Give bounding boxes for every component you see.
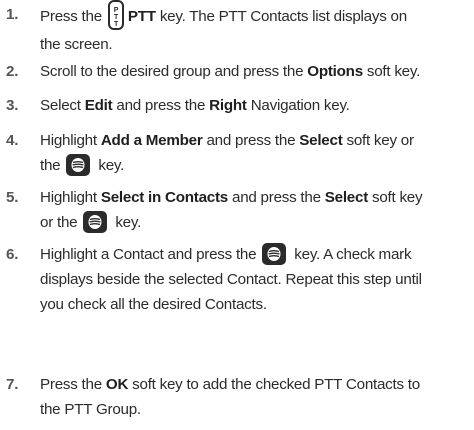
step-number: 4. [6,132,19,149]
step-text: Highlight Add a Member and press the Sel… [40,128,472,178]
ptt-key-icon: P T T [107,0,124,30]
step-text: Press the P T T PTT key. The PTT Contact… [40,0,472,57]
step-text-run: and press the [232,189,321,206]
step-text-run: the PTT Group. [40,401,141,418]
step-line: the screen. [40,32,472,57]
step-text-run: key. [115,214,142,231]
select-key-icon [66,153,91,176]
instruction-steps: 1. Press the P T T PTT key. The PTT Cont… [0,0,474,430]
step-text-run: soft key. [366,63,421,80]
step-text-run: and press the [206,132,296,149]
step-text-run: key. [98,157,125,174]
step-line: the PTT Group. [40,397,472,422]
step-bold-text: Right [209,97,247,114]
step-bold-text: Select [299,132,343,149]
step-text-run: the [40,157,61,174]
svg-text:T: T [114,14,119,21]
step-text: Scroll to the desired group and press th… [40,59,472,84]
step-line: Highlight Select in Contacts and press t… [40,185,472,210]
step-line: or the key. [40,210,472,235]
step-text-run: soft key or [346,132,414,149]
step-text: Highlight Select in Contacts and press t… [40,185,472,235]
step-text-run: Highlight a Contact and press the [40,246,257,263]
step-text: Select Edit and press the Right Navigati… [40,93,472,118]
step-text-run: Highlight [40,132,97,149]
step-text-run: Press the [40,376,102,393]
select-key-icon [83,210,108,233]
step-text-run: or the [40,214,78,231]
step-number: 1. [6,6,19,23]
step-text: Press the OK soft key to add the checked… [40,372,472,422]
step-number: 5. [6,189,19,206]
step-text-run: Scroll to the desired group and press th… [40,63,304,80]
step-line: displays beside the selected Contact. Re… [40,267,472,292]
step-line: Highlight Add a Member and press the Sel… [40,128,472,153]
step-line: you check all the desired Contacts. [40,292,472,317]
step-text-run: Navigation key. [250,97,350,114]
step-bold-text: Select in Contacts [100,189,229,206]
step-text-run: soft key to add the checked PTT Contacts… [132,376,420,393]
step-number: 7. [6,376,19,393]
step-bold-text: Options [307,63,363,80]
step-line: Highlight a Contact and press the key. A… [40,242,472,267]
step-text-run: key. A check mark [294,246,412,263]
svg-text:T: T [114,21,119,28]
step-text-run: soft key [372,189,423,206]
step-text-run: Select [40,97,81,114]
step-bold-text: PTT [127,8,156,26]
step-bold-text: OK [105,376,129,393]
step-text-run: key. The PTT Contacts list displays on [159,8,407,26]
step-text-run: you check all the desired Contacts. [40,296,267,313]
step-bold-text: Edit [84,97,113,114]
step-line: the key. [40,153,472,178]
step-line: Press the OK soft key to add the checked… [40,372,472,397]
step-text-run: displays beside the selected Contact. Re… [40,271,422,288]
svg-text:P: P [114,7,119,14]
step-bold-text: Select [324,189,369,206]
select-key-icon [262,242,287,265]
step-number: 3. [6,97,19,114]
step-text: Highlight a Contact and press the key. A… [40,242,472,317]
step-number: 2. [6,63,19,80]
step-number: 6. [6,246,19,263]
step-text-run: Highlight [40,189,97,206]
step-line: Press the P T T PTT key. The PTT Contact… [40,0,472,32]
step-text-run: Press the [40,8,102,26]
step-text-run: and press the [116,97,206,114]
step-bold-text: Add a Member [100,132,203,149]
step-text-run: the screen. [40,36,113,53]
